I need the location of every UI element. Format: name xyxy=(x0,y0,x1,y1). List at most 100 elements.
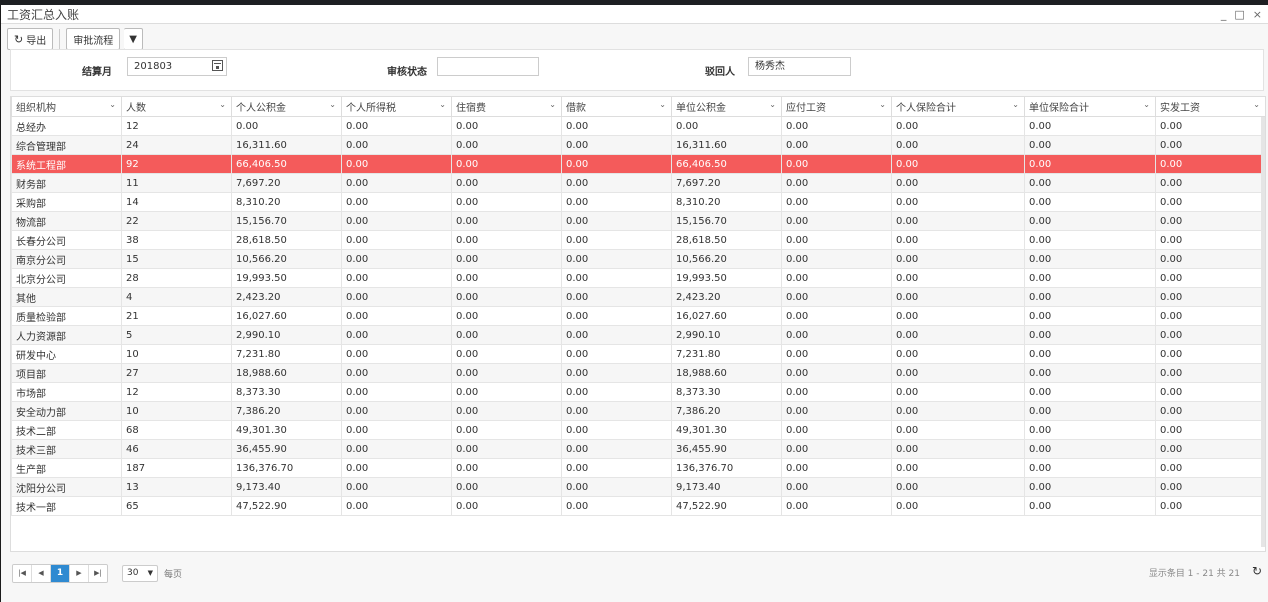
export-button[interactable]: ↻ 导出 xyxy=(7,28,54,50)
table-row[interactable]: 技术二部 68 49,301.30 0.00 0.00 0.00 49,301.30 0.00… xyxy=(11,420,1265,440)
approval-dropdown-toggle[interactable]: ▼ xyxy=(124,28,143,50)
column-header[interactable]: 实发工资 ⌄ xyxy=(1155,97,1265,117)
column-header[interactable]: 组织机构 ⌄ xyxy=(11,97,122,117)
table-cell: 综合管理部 xyxy=(11,135,122,155)
table-cell: 0.00 xyxy=(1024,230,1156,250)
table-cell: 0.00 xyxy=(451,496,562,516)
table-cell: 0.00 xyxy=(1024,173,1156,193)
table-cell: 0.00 xyxy=(451,211,562,231)
table-cell: 9,173.40 xyxy=(231,477,342,497)
page-info-text: 显示条目 1 - 21 共 21 xyxy=(1148,569,1240,579)
table-row[interactable]: 安全动力部 10 7,386.20 0.00 0.00 0.00 7,386.20 0.00 0… xyxy=(11,401,1265,421)
chevron-down-icon[interactable]: ⌄ xyxy=(1143,100,1150,109)
salary-table: 组织机构 ⌄ 人数 ⌄ 个人公积金 ⌄ 个人所得税 ⌄ 住宿费 ⌄ 借款 ⌄ 单位公积金 ⌄ 应付工资 ⌄ 个人… xyxy=(11,97,1265,516)
close-icon[interactable]: × xyxy=(1253,8,1262,21)
table-row[interactable]: 财务部 11 7,697.20 0.00 0.00 0.00 7,697.20 0.00 0.0… xyxy=(11,173,1265,193)
approval-flow-button[interactable]: 审批流程 xyxy=(66,28,121,50)
table-row[interactable]: 质量检验部 21 16,027.60 0.00 0.00 0.00 16,027.60 0.0… xyxy=(11,306,1265,326)
table-row[interactable]: 长春分公司 38 28,618.50 0.00 0.00 0.00 28,618.50 0.0… xyxy=(11,230,1265,250)
table-cell: 0.00 xyxy=(341,458,452,478)
review-status-input[interactable] xyxy=(437,57,539,76)
column-header[interactable]: 借款 ⌄ xyxy=(561,97,672,117)
table-cell: 安全动力部 xyxy=(11,401,122,421)
pagination-bar: |◀ ◀ 1 ▶ ▶| 30 ▼ 每页 显示条目 1 - 21 共 21 ↻ xyxy=(10,559,1266,587)
column-header[interactable]: 单位公积金 ⌄ xyxy=(671,97,782,117)
table-row[interactable]: 综合管理部 24 16,311.60 0.00 0.00 0.00 16,311.60 0.0… xyxy=(11,135,1265,155)
next-page-button[interactable]: ▶ xyxy=(70,564,89,582)
table-row[interactable]: 技术三部 46 36,455.90 0.00 0.00 0.00 36,455.90 0.00… xyxy=(11,439,1265,459)
chevron-down-icon[interactable]: ⌄ xyxy=(109,100,116,109)
table-row[interactable]: 系统工程部 92 66,406.50 0.00 0.00 0.00 66,406.50 0.0… xyxy=(11,154,1265,174)
page-number-button[interactable]: 1 xyxy=(51,564,70,582)
prev-page-button[interactable]: ◀ xyxy=(32,564,51,582)
table-cell: 49,301.30 xyxy=(671,420,782,440)
table-cell: 0.00 xyxy=(1024,325,1156,345)
table-row[interactable]: 北京分公司 28 19,993.50 0.00 0.00 0.00 19,993.50 0.0… xyxy=(11,268,1265,288)
table-cell: 2,423.20 xyxy=(671,287,782,307)
table-cell: 0.00 xyxy=(891,325,1025,345)
table-cell: 66,406.50 xyxy=(231,154,342,174)
table-row[interactable]: 南京分公司 15 10,566.20 0.00 0.00 0.00 10,566.20 0.0… xyxy=(11,249,1265,269)
chevron-down-icon[interactable]: ⌄ xyxy=(879,100,886,109)
table-cell: 0.00 xyxy=(1155,439,1265,459)
vertical-scrollbar[interactable] xyxy=(1261,117,1265,547)
chevron-down-icon[interactable]: ⌄ xyxy=(769,100,776,109)
chevron-down-icon[interactable]: ⌄ xyxy=(1253,100,1260,109)
table-cell: 7,231.80 xyxy=(231,344,342,364)
table-row[interactable]: 生产部 187 136,376.70 0.00 0.00 0.00 136,376.70 0.… xyxy=(11,458,1265,478)
table-row[interactable]: 采购部 14 8,310.20 0.00 0.00 0.00 8,310.20 0.00 0.0… xyxy=(11,192,1265,212)
table-cell: 项目部 xyxy=(11,363,122,383)
table-row[interactable]: 沈阳分公司 13 9,173.40 0.00 0.00 0.00 9,173.40 0.00 0… xyxy=(11,477,1265,497)
chevron-down-icon[interactable]: ⌄ xyxy=(549,100,556,109)
table-cell: 0.00 xyxy=(451,420,562,440)
settlement-month-input[interactable]: 201803 xyxy=(127,57,227,76)
column-header[interactable]: 住宿费 ⌄ xyxy=(451,97,562,117)
table-row[interactable]: 物流部 22 15,156.70 0.00 0.00 0.00 15,156.70 0.00 0… xyxy=(11,211,1265,231)
table-cell: 0.00 xyxy=(891,135,1025,155)
refresh-icon[interactable]: ↻ xyxy=(1252,564,1262,578)
table-row[interactable]: 技术一部 65 47,522.90 0.00 0.00 0.00 47,522.90 0.00… xyxy=(11,496,1265,516)
minimize-icon[interactable]: _ xyxy=(1221,8,1227,21)
rejector-input[interactable]: 杨秀杰 xyxy=(748,57,851,76)
chevron-down-icon[interactable]: ⌄ xyxy=(439,100,446,109)
chevron-down-icon: ▼ xyxy=(147,569,153,577)
table-cell: 0.00 xyxy=(561,363,672,383)
table-cell: 0.00 xyxy=(1024,192,1156,212)
table-row[interactable]: 市场部 12 8,373.30 0.00 0.00 0.00 8,373.30 0.00 0.0… xyxy=(11,382,1265,402)
table-row[interactable]: 项目部 27 18,988.60 0.00 0.00 0.00 18,988.60 0.00 0… xyxy=(11,363,1265,383)
table-cell: 18,988.60 xyxy=(671,363,782,383)
table-cell: 0.00 xyxy=(341,306,452,326)
maximize-icon[interactable]: □ xyxy=(1234,8,1244,21)
table-cell: 19,993.50 xyxy=(671,268,782,288)
table-cell: 0.00 xyxy=(891,401,1025,421)
table-row[interactable]: 总经办 12 0.00 0.00 0.00 0.00 0.00 0.00 0.00 0.00 0.0… xyxy=(11,116,1265,136)
column-header[interactable]: 人数 ⌄ xyxy=(121,97,232,117)
column-header[interactable]: 个人保险合计 ⌄ xyxy=(891,97,1025,117)
column-header[interactable]: 个人所得税 ⌄ xyxy=(341,97,452,117)
page-size-select[interactable]: 30 ▼ xyxy=(122,564,158,582)
per-page-label: 每页 xyxy=(164,569,183,580)
table-cell: 0.00 xyxy=(561,154,672,174)
table-cell: 0.00 xyxy=(451,306,562,326)
column-header[interactable]: 单位保险合计 ⌄ xyxy=(1024,97,1156,117)
chevron-down-icon[interactable]: ⌄ xyxy=(659,100,666,109)
table-row[interactable]: 人力资源部 5 2,990.10 0.00 0.00 0.00 2,990.10 0.00 0.… xyxy=(11,325,1265,345)
table-cell: 0.00 xyxy=(451,439,562,459)
table-cell: 0.00 xyxy=(891,363,1025,383)
table-cell: 0.00 xyxy=(451,363,562,383)
table-cell: 物流部 xyxy=(11,211,122,231)
table-cell: 北京分公司 xyxy=(11,268,122,288)
column-header[interactable]: 个人公积金 ⌄ xyxy=(231,97,342,117)
table-cell: 0.00 xyxy=(1024,287,1156,307)
last-page-button[interactable]: ▶| xyxy=(89,564,107,582)
column-header[interactable]: 应付工资 ⌄ xyxy=(781,97,892,117)
chevron-down-icon[interactable]: ⌄ xyxy=(329,100,336,109)
chevron-down-icon[interactable]: ⌄ xyxy=(219,100,226,109)
chevron-down-icon[interactable]: ⌄ xyxy=(1012,100,1019,109)
table-cell: 0.00 xyxy=(781,325,892,345)
first-page-button[interactable]: |◀ xyxy=(13,564,32,582)
calendar-icon[interactable] xyxy=(212,60,223,71)
table-row[interactable]: 研发中心 10 7,231.80 0.00 0.00 0.00 7,231.80 0.00 0.… xyxy=(11,344,1265,364)
table-row[interactable]: 其他 4 2,423.20 0.00 0.00 0.00 2,423.20 0.00 0.00 0… xyxy=(11,287,1265,307)
table-cell: 7,386.20 xyxy=(231,401,342,421)
